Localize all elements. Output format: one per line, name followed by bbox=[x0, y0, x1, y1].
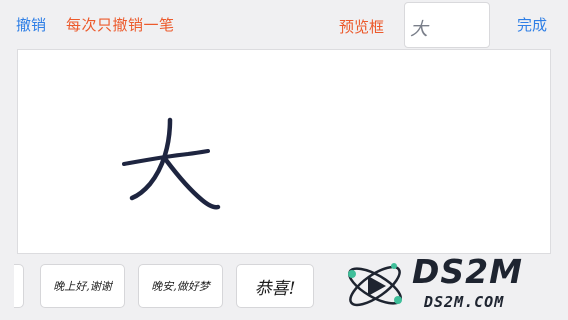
sample-card-text: 晚安,做好梦 bbox=[151, 280, 210, 293]
done-button[interactable]: 完成 bbox=[517, 14, 547, 35]
top-toolbar: 撤销 每次只撤销一笔 预览框 大 完成 bbox=[0, 0, 568, 48]
sample-card[interactable]: 恭喜! bbox=[236, 264, 314, 308]
sample-card-partial[interactable] bbox=[14, 264, 24, 308]
handwriting-canvas[interactable] bbox=[17, 49, 551, 254]
watermark-title: DS2M bbox=[412, 252, 523, 291]
sample-card-text: 恭喜! bbox=[254, 279, 296, 299]
handwritten-strokes bbox=[122, 117, 221, 210]
sample-card[interactable]: 晚上好,谢谢 bbox=[40, 264, 125, 308]
undo-button[interactable]: 撤销 bbox=[16, 14, 46, 35]
watermark: DS2M DS2M.COM bbox=[340, 250, 568, 320]
sample-card[interactable]: 晚安,做好梦 bbox=[138, 264, 223, 308]
preview-annotation: 预览框 bbox=[339, 18, 385, 36]
stroke-right-fall bbox=[163, 157, 221, 210]
preview-character: 大 bbox=[410, 19, 428, 40]
atom-logo-icon bbox=[348, 263, 402, 307]
sample-card-text: 晚上好,谢谢 bbox=[53, 280, 112, 293]
undo-annotation: 每次只撤销一笔 bbox=[66, 16, 175, 34]
watermark-subtitle: DS2M.COM bbox=[424, 293, 505, 311]
